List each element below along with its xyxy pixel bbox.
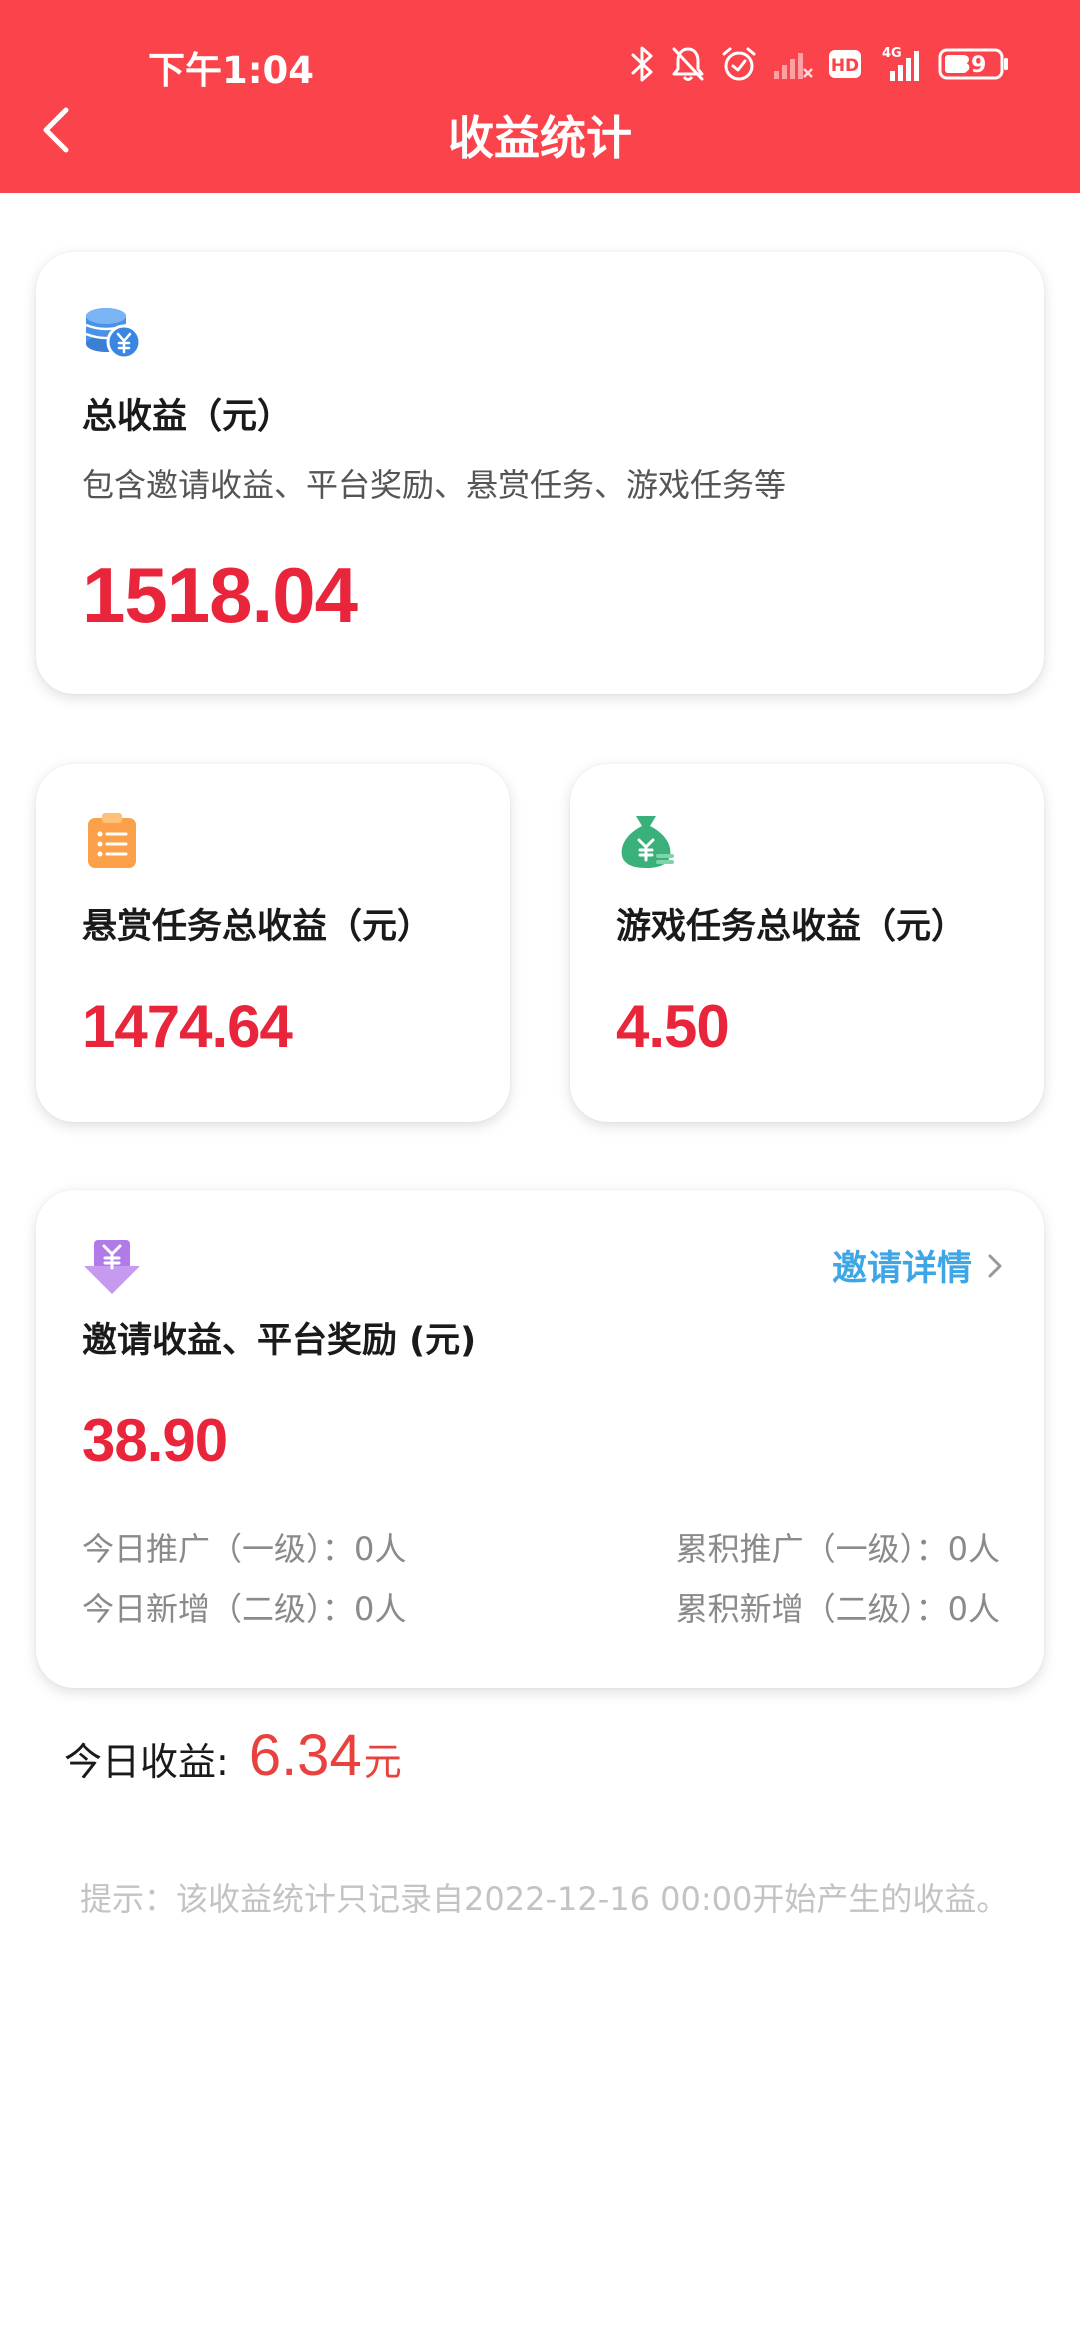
status-bar: 下午1:04 HD 4G 39 (0, 0, 1080, 110)
battery-icon: 39 (938, 48, 1008, 80)
signal-off-icon (774, 53, 813, 79)
chevron-right-icon (988, 1254, 1002, 1277)
alarm-icon (722, 47, 756, 81)
reward-task-value: 1474.64 (82, 993, 293, 1060)
total-earnings-subtitle: 包含邀请收益、平台奖励、悬赏任务、游戏任务等 (82, 466, 787, 504)
invite-earnings-value: 38.90 (82, 1407, 228, 1474)
invite-details-link[interactable]: 邀请详情 (832, 1240, 1004, 1291)
signal-4g-icon: 4G (882, 46, 919, 81)
today-earnings-value: 6.34 (248, 1723, 362, 1788)
total-earnings-title: 总收益（元） (82, 397, 293, 437)
invite-earnings-title: 邀请收益、平台奖励 (元) (82, 1321, 477, 1361)
clipboard-list-icon (88, 813, 136, 868)
tip-text: 提示：该收益统计只记录自2022-12-16 00:00开始产生的收益。 (80, 1880, 1009, 1918)
today-earnings: 今日收益: 6.34 元 (64, 1722, 402, 1789)
today-level1-stat: 今日推广（一级）：0人 (82, 1530, 407, 1568)
total-level2-stat: 累积新增（二级）：0人 (675, 1590, 1000, 1628)
invite-details-label: 邀请详情 (831, 1249, 972, 1289)
reward-task-title: 悬赏任务总收益（元） (82, 907, 433, 947)
today-earnings-unit: 元 (363, 1740, 402, 1784)
page-title: 收益统计 (448, 111, 632, 165)
total-level1-stat: 累积推广（一级）：0人 (675, 1530, 1000, 1568)
reward-task-card: 悬赏任务总收益（元） 1474.64 (36, 764, 510, 1122)
total-earnings-value: 1518.04 (82, 551, 358, 639)
app-header: 下午1:04 HD 4G 39 收益统计 (0, 0, 1080, 193)
game-task-card: 游戏任务总收益（元） 4.50 (570, 764, 1044, 1122)
muted-bell-icon (672, 47, 704, 81)
game-task-value: 4.50 (616, 993, 730, 1060)
money-bag-icon (621, 816, 674, 868)
hd-icon: HD (829, 50, 861, 78)
invite-earnings-card: 邀请详情 邀请收益、平台奖励 (元) 38.90 今日推广（一级）：0人 累积推… (36, 1190, 1044, 1688)
total-earnings-card: 总收益（元） 包含邀请收益、平台奖励、悬赏任务、游戏任务等 1518.04 (36, 252, 1044, 694)
status-time: 下午1:04 (148, 49, 315, 92)
coins-icon (85, 308, 142, 360)
hd-badge-text: HD (831, 56, 859, 76)
status-icons: HD 4G 39 (630, 44, 1010, 84)
today-earnings-label: 今日收益: (64, 1740, 229, 1784)
battery-level-text: 39 (956, 53, 987, 78)
bluetooth-icon (631, 46, 653, 82)
game-task-title: 游戏任务总收益（元） (616, 907, 967, 947)
network-type-text: 4G (882, 46, 902, 61)
yuan-down-arrow-icon (84, 1240, 140, 1294)
today-level2-stat: 今日新增（二级）：0人 (82, 1590, 407, 1628)
